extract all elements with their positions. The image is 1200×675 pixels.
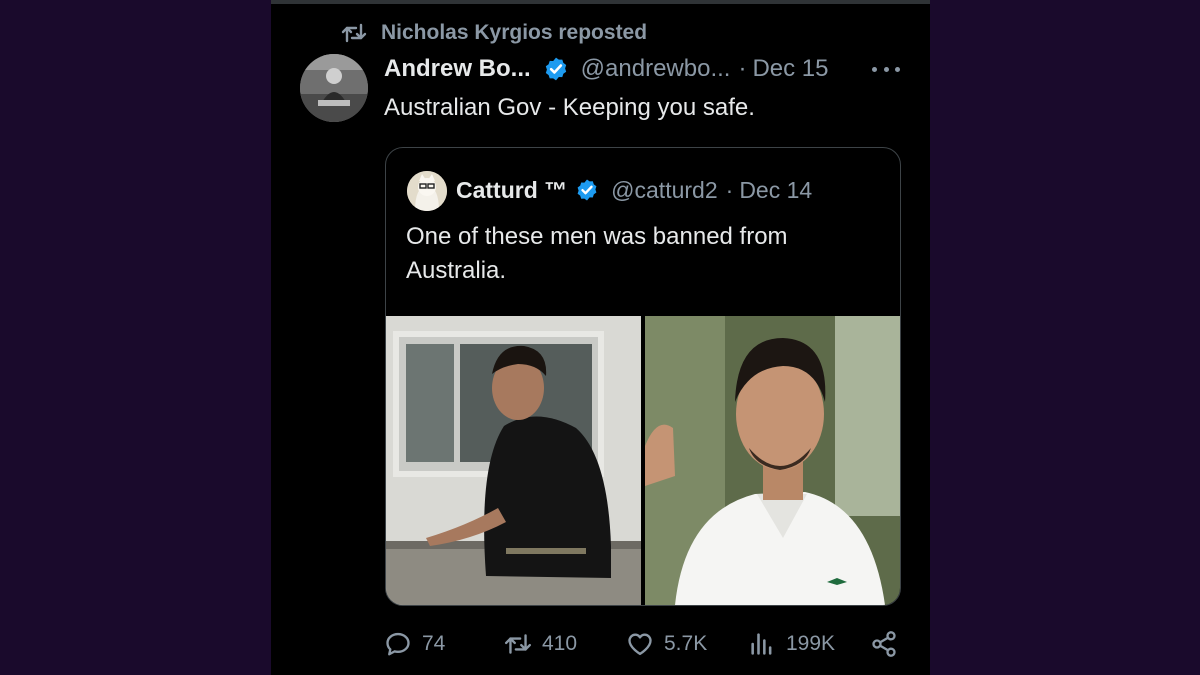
separator-dot: · (725, 176, 734, 203)
tweet-header: Andrew Bo... @andrewbo... · Dec 15 (384, 52, 829, 86)
verified-badge-icon (545, 57, 566, 81)
divider (271, 0, 930, 4)
repost-context[interactable]: Nicholas Kyrgios reposted (341, 20, 647, 46)
quote-author-handle[interactable]: @catturd2 (611, 177, 717, 204)
reply-button[interactable]: 74 (384, 628, 445, 660)
more-options-icon[interactable] (872, 58, 900, 80)
author-avatar[interactable] (300, 54, 368, 122)
views-chart-icon (751, 633, 772, 655)
photo-man-on-rooftop[interactable] (386, 316, 641, 605)
tweet-date[interactable]: Dec 15 (752, 55, 828, 83)
views-button[interactable]: 199K (748, 628, 835, 660)
reply-icon (386, 632, 410, 656)
share-button[interactable] (870, 628, 898, 660)
quote-author-name[interactable]: Catturd ™ (456, 177, 567, 204)
repost-button[interactable]: 410 (504, 628, 577, 660)
tweet-panel: Nicholas Kyrgios reposted Andrew Bo... @… (271, 0, 930, 675)
author-name[interactable]: Andrew Bo... (384, 55, 531, 83)
quoted-tweet[interactable]: Catturd ™ @catturd2 · Dec 14 One of thes… (385, 147, 901, 606)
verified-badge-icon (577, 179, 597, 201)
share-icon (872, 631, 896, 657)
tweet-text: Australian Gov - Keeping you safe. (384, 94, 755, 121)
separator-dot: · (738, 55, 747, 82)
photo-tennis-player[interactable] (645, 316, 900, 605)
repost-icon (341, 23, 367, 43)
quote-text: One of these men was banned from Austral… (406, 223, 788, 284)
like-count: 5.7K (664, 632, 708, 655)
quote-author-avatar[interactable] (407, 171, 447, 211)
like-button[interactable]: 5.7K (626, 628, 707, 660)
reply-count: 74 (422, 632, 446, 655)
repost-count: 410 (542, 632, 578, 655)
views-count: 199K (786, 632, 836, 655)
quote-date[interactable]: Dec 14 (739, 177, 812, 204)
repost-icon (504, 634, 532, 654)
like-heart-icon (628, 633, 652, 656)
action-bar: 74 410 5.7K 199K (384, 628, 904, 660)
author-handle[interactable]: @andrewbo... (581, 55, 731, 83)
repost-label: Nicholas Kyrgios reposted (381, 21, 648, 44)
quote-header: Catturd ™ @catturd2 · Dec 14 (456, 173, 812, 207)
quote-media (386, 316, 900, 605)
